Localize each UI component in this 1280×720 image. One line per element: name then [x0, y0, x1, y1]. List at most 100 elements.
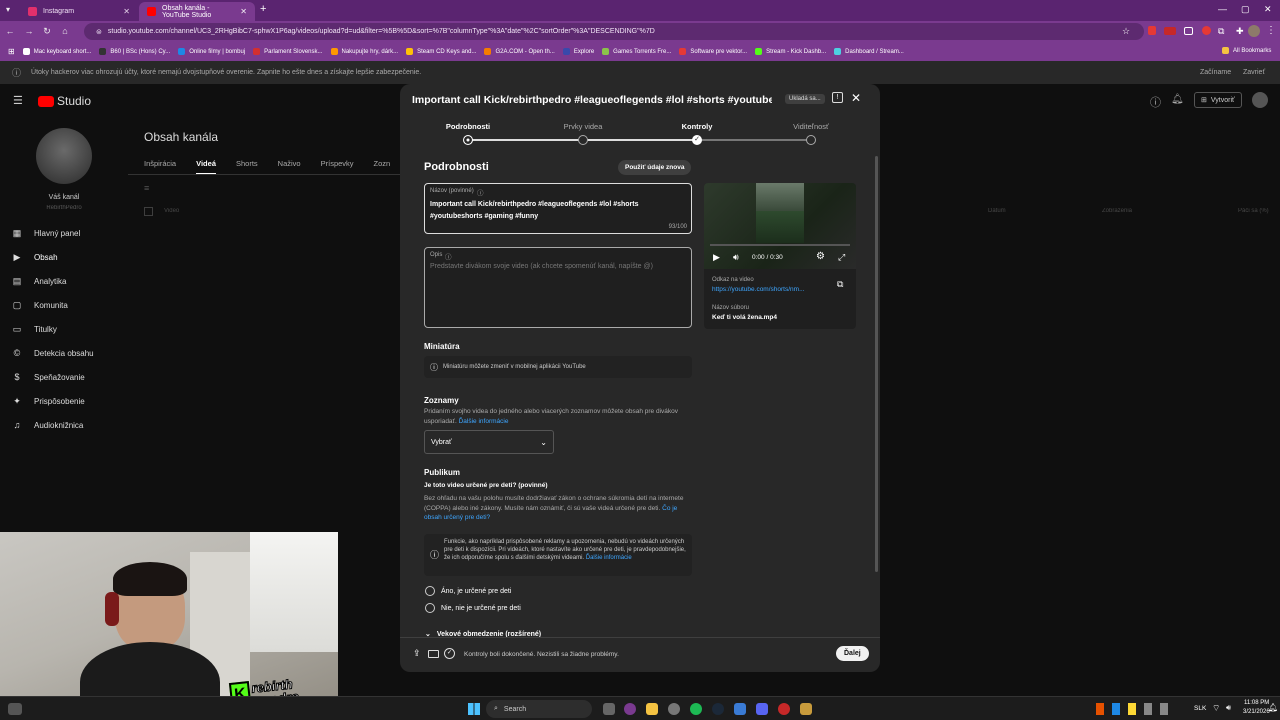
radio-button[interactable] [425, 586, 435, 596]
help-icon[interactable]: ⓘ [445, 251, 452, 261]
reload-icon[interactable]: ↻ [40, 26, 54, 37]
minimize-icon[interactable]: — [1218, 4, 1227, 14]
notifications-icon[interactable]: 🔔︎ [1171, 94, 1184, 105]
language-indicator[interactable]: SLK [1194, 705, 1206, 712]
content-tab[interactable]: Videá [196, 159, 216, 175]
url-input[interactable]: ⊜ studio.youtube.com/channel/UC3_2RHgBib… [84, 23, 1144, 40]
extension-icon[interactable]: ⧉ [1218, 26, 1224, 37]
bookmark-item[interactable]: Dashboard / Stream... [830, 48, 908, 55]
fullscreen-icon[interactable]: ⤢ [838, 252, 845, 263]
new-tab-icon[interactable]: + [260, 3, 266, 15]
notification-bell-icon[interactable]: 🔔︎ [1268, 703, 1278, 712]
hamburger-menu-icon[interactable]: ☰ [13, 94, 23, 107]
home-icon[interactable]: ⌂ [58, 26, 72, 36]
bookmark-item[interactable]: B60 | BSc (Hons) Cy... [95, 48, 174, 55]
create-button[interactable]: ⊞ Vytvoriť [1194, 92, 1242, 108]
windows-start-icon[interactable] [468, 703, 480, 715]
clock-date[interactable]: 3/21/2026 [1243, 709, 1270, 715]
close-window-icon[interactable]: ✕ [1264, 4, 1272, 15]
bookmark-item[interactable]: Mac keyboard short... [19, 48, 96, 55]
store-icon[interactable] [734, 703, 746, 715]
tray-icons[interactable] [1096, 703, 1176, 715]
content-tab[interactable]: Zozn [374, 159, 391, 175]
feedback-icon[interactable]: ! [832, 92, 843, 103]
apps-icon[interactable]: ⊞ [4, 47, 19, 56]
copy-icon[interactable]: ⧉ [837, 279, 843, 290]
video-progress[interactable] [710, 244, 850, 246]
extensions-icon[interactable]: ✚ [1236, 26, 1244, 37]
discord-icon[interactable] [756, 703, 768, 715]
network-icon[interactable]: ⌔ [1212, 703, 1220, 714]
extension-icon[interactable] [1202, 26, 1211, 35]
sidebar-item-8[interactable]: ✦ Prispôsobenie [12, 392, 84, 410]
audience-info-link[interactable]: Ďalšie informácie [586, 555, 632, 561]
extension-icon[interactable] [1164, 27, 1176, 35]
next-button[interactable]: Ďalej [836, 646, 869, 661]
content-tab[interactable]: Shorts [236, 159, 258, 175]
step-visibility[interactable]: Viditeľnosť [781, 122, 841, 131]
radio-not-made-for-kids[interactable]: Nie, nie je určené pre deti [425, 603, 521, 613]
radio-button[interactable] [425, 603, 435, 613]
close-icon[interactable]: ✕ [851, 91, 861, 105]
step-details[interactable]: Podrobnosti [438, 122, 498, 131]
weather-icon[interactable] [8, 703, 22, 715]
site-info-icon[interactable]: ⊜ [96, 28, 102, 36]
bookmark-item[interactable]: Stream - Kick Dashb... [751, 48, 830, 55]
content-tab[interactable]: Príspevky [321, 159, 354, 175]
playlists-more-link[interactable]: Ďalšie informácie [459, 418, 509, 425]
steam-icon[interactable] [712, 703, 724, 715]
volume-icon[interactable]: 🔊︎ [733, 252, 739, 263]
bookmark-item[interactable]: Parlament Slovensk... [249, 48, 326, 55]
settings-icon[interactable] [668, 703, 680, 715]
banner-close-button[interactable]: Zavrieť [1243, 69, 1265, 76]
radio-made-for-kids[interactable]: Áno, je určené pre deti [425, 586, 511, 596]
account-avatar[interactable] [1252, 92, 1268, 108]
video-player[interactable]: ▶ 🔊︎ 0:00 / 0:30 ⚙ ⤢ [704, 183, 856, 269]
volume-icon[interactable]: 🔊︎ [1226, 703, 1231, 713]
filter-icon[interactable]: ≡ [144, 183, 149, 193]
title-field[interactable]: Názov (povinné) ⓘ Important call Kick/re… [424, 183, 692, 234]
sidebar-item-5[interactable]: ▭ Titulky [12, 320, 57, 338]
extension-icon[interactable] [1184, 27, 1193, 35]
close-tab-icon[interactable]: ✕ [123, 7, 130, 16]
channel-avatar[interactable] [36, 128, 92, 184]
bookmark-item[interactable]: Online filmy | bombuj [174, 48, 249, 55]
maximize-icon[interactable]: ▢ [1241, 4, 1250, 15]
sidebar-item-7[interactable]: $ Speňažovanie [12, 368, 84, 386]
tab-search-icon[interactable]: ▾ [6, 5, 10, 14]
app-icon[interactable] [778, 703, 790, 715]
sidebar-item-3[interactable]: ▤ Analytika [12, 272, 67, 290]
video-link[interactable]: https://youtube.com/shorts/nm... [712, 286, 805, 293]
scrollbar[interactable] [875, 156, 878, 572]
banner-start-button[interactable]: Začíname [1200, 69, 1231, 76]
league-of-legends-icon[interactable] [800, 703, 812, 715]
play-icon[interactable]: ▶ [713, 252, 720, 263]
forward-icon[interactable]: → [22, 26, 36, 36]
help-icon[interactable]: ⓘ [1150, 94, 1161, 110]
bookmark-item[interactable]: Explore [559, 48, 598, 55]
tab-youtube-studio[interactable]: Obsah kanála - YouTube Studio ✕ [139, 2, 255, 21]
settings-icon[interactable]: ⚙ [816, 251, 825, 262]
help-icon[interactable]: ⓘ [477, 187, 484, 197]
task-view-icon[interactable] [603, 703, 615, 715]
spotify-icon[interactable] [690, 703, 702, 715]
tab-instagram[interactable]: Instagram ✕ [20, 2, 138, 21]
select-all-checkbox[interactable] [144, 207, 153, 216]
taskbar-search[interactable]: ⌕ Search [486, 700, 592, 718]
sidebar-item-6[interactable]: © Detekcia obsahu [12, 344, 94, 362]
all-bookmarks-button[interactable]: All Bookmarks [1218, 47, 1275, 54]
title-input[interactable]: Important call Kick/rebirthpedro #league… [430, 199, 680, 223]
sidebar-item-1[interactable]: ▦ Hlavný panel [12, 224, 81, 242]
description-field[interactable]: Opis ⓘ Predstavte divákom svoje video (a… [424, 247, 692, 328]
content-tab[interactable]: Naživo [278, 159, 301, 175]
bookmark-item[interactable]: Steam CD Keys and... [402, 48, 480, 55]
playlist-select[interactable]: Vybrať ⌄ [424, 430, 554, 454]
bookmark-item[interactable]: Software pre vektor... [675, 48, 751, 55]
reuse-details-button[interactable]: Použiť údaje znova [618, 160, 692, 175]
content-tab[interactable]: Inšpirácia [144, 159, 176, 175]
bookmark-star-icon[interactable]: ☆ [1122, 26, 1130, 37]
bookmark-item[interactable]: Games Torrents Fre... [598, 48, 675, 55]
back-icon[interactable]: ← [3, 26, 17, 36]
file-explorer-icon[interactable] [646, 703, 658, 715]
description-input[interactable]: Predstavte divákom svoje video (ak chcet… [430, 263, 685, 270]
